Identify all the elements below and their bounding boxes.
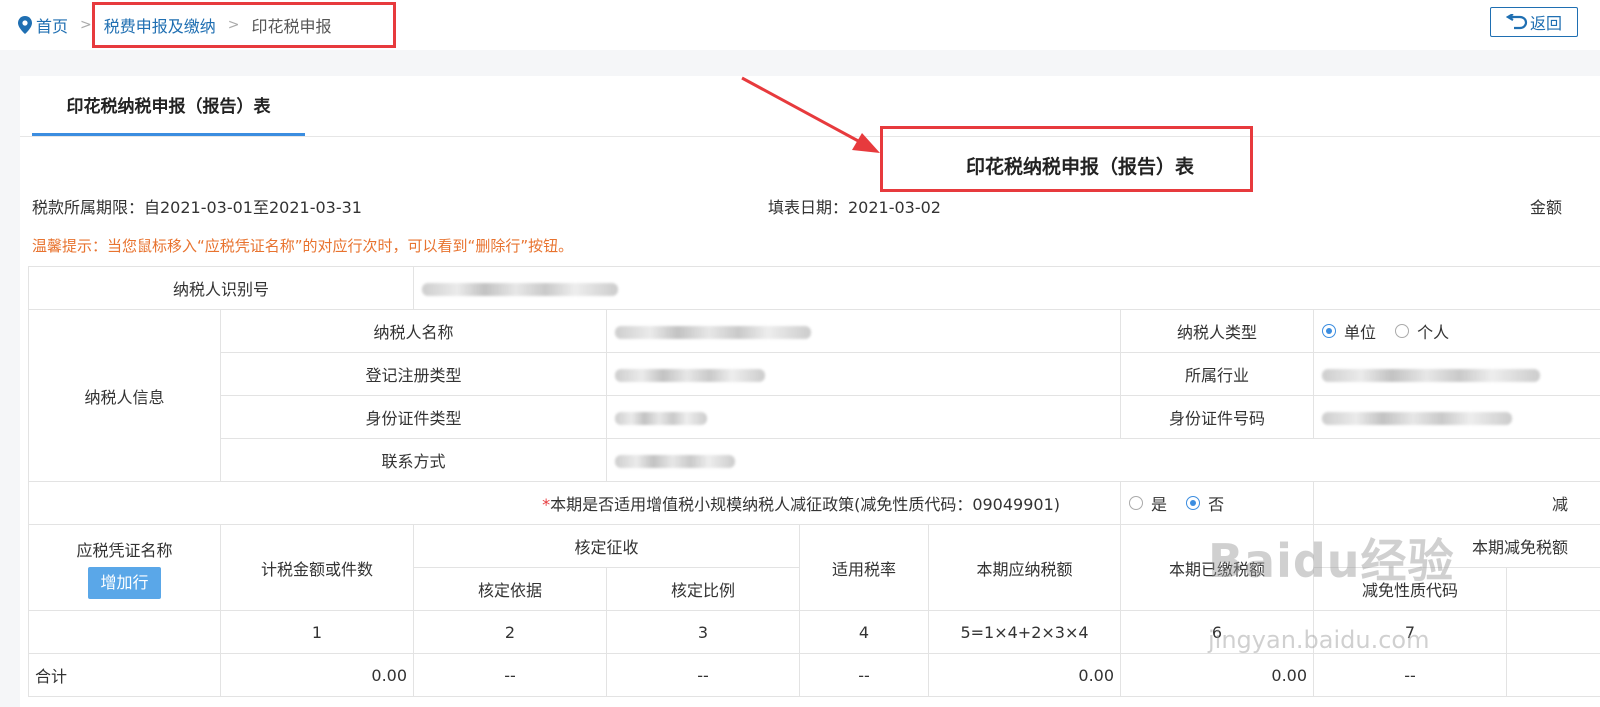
taxpayer-type-radio-group: 单位 个人 (1313, 309, 1600, 353)
id-no-label: 身份证件号码 (1120, 395, 1315, 439)
radio-no[interactable] (1186, 496, 1201, 510)
back-button[interactable]: 返回 (1490, 7, 1578, 37)
tab-stamp-duty-form[interactable]: 印花税纳税申报（报告）表 (32, 76, 305, 136)
annotation-box-breadcrumb (92, 2, 396, 48)
policy-radio-group: 是 否 (1120, 481, 1315, 525)
col-doc-name: 应税凭证名称 增加行 (28, 524, 221, 611)
table-row: *本期是否适用增值税小规模纳税人减征政策(减免性质代码：09049901) 是 … (27, 481, 1600, 525)
required-mark: * (542, 495, 551, 514)
col-payable-header: 本期应纳税额 (928, 524, 1122, 611)
total-reduce-amount (1506, 653, 1600, 697)
reg-type-label: 登记注册类型 (219, 352, 608, 396)
contact-value (606, 438, 1600, 482)
table-row: 登记注册类型 所属行业 (29, 352, 1600, 396)
amount-unit: 金额 (1530, 198, 1563, 217)
table-row: 纳税人识别号 (27, 266, 1600, 310)
col-doc-name-label: 应税凭证名称 (76, 540, 173, 560)
policy-right-label: 减 (1313, 481, 1600, 525)
total-amount: 0.00 (219, 653, 415, 697)
total-payable: 0.00 (928, 653, 1122, 697)
radio-yes[interactable] (1129, 496, 1144, 510)
radio-unit[interactable] (1322, 324, 1337, 338)
policy-label: 本期是否适用增值税小规模纳税人减征政策(减免性质代码：09049901) (550, 495, 1061, 514)
location-pin-icon (18, 16, 32, 34)
breadcrumb-separator: > (80, 17, 92, 33)
radio-no-label: 否 (1208, 495, 1225, 514)
index-cell: 2 (413, 610, 608, 654)
index-cell: 4 (799, 610, 930, 654)
total-basis: -- (413, 653, 608, 697)
table-row: 身份证件类型 身份证件号码 (29, 395, 1600, 439)
col-assess-header: 核定征收 (413, 524, 801, 568)
radio-unit-label: 单位 (1344, 323, 1377, 342)
total-ratio: -- (606, 653, 801, 697)
col-reduce-code-header: 减免性质代码 (1313, 567, 1508, 611)
id-type-label: 身份证件类型 (219, 395, 608, 439)
total-label: 合计 (28, 653, 221, 697)
index-cell (28, 610, 221, 654)
taxpayer-name-value (606, 309, 1122, 353)
col-basis-header: 核定依据 (413, 567, 608, 611)
tax-period: 税款所属期限：自2021-03-01至2021-03-31 (32, 198, 362, 217)
index-cell (1506, 610, 1600, 654)
col-ratio-header: 核定比例 (606, 567, 801, 611)
policy-question: *本期是否适用增值税小规模纳税人减征政策(减免性质代码：09049901) (27, 481, 1122, 525)
back-button-label: 返回 (1529, 14, 1562, 33)
index-cell: 3 (606, 610, 801, 654)
total-rate: -- (799, 653, 930, 697)
col-amount-header: 计税金额或件数 (219, 524, 415, 611)
id-no-value (1313, 395, 1600, 439)
return-arrow-icon (1505, 14, 1528, 30)
contact-label: 联系方式 (219, 438, 608, 482)
index-cell: 1 (219, 610, 415, 654)
taxpayer-id-value (413, 266, 1600, 310)
annotation-box-form-title (880, 126, 1253, 192)
total-row: 合计 0.00 -- -- -- 0.00 0.00 -- (28, 653, 1600, 697)
declaration-table: 纳税人识别号 纳税人信息 纳税人名称 纳税人类型 单位 个人 登记注册类型 所属… (27, 266, 1600, 697)
taxpayer-info-label: 纳税人信息 (28, 309, 221, 482)
radio-individual-label: 个人 (1417, 323, 1450, 342)
fill-date: 填表日期：2021-03-02 (768, 198, 941, 217)
radio-yes-label: 是 (1151, 495, 1168, 514)
table-row: 联系方式 (29, 438, 1600, 482)
col-reduce-header: 本期减免税额 (1313, 524, 1600, 568)
table-row: 1 2 3 4 5=1×4+2×3×4 6 7 (28, 610, 1600, 654)
warning-tip: 温馨提示：当您鼠标移入“应税凭证名称”的对应行次时，可以看到“删除行”按钮。 (32, 237, 574, 255)
col-paid-header: 本期已缴税额 (1120, 524, 1315, 611)
index-cell: 6 (1120, 610, 1315, 654)
total-reduce-code: -- (1313, 653, 1508, 697)
table-row: 应税凭证名称 增加行 计税金额或件数 核定征收 适用税率 本期应纳税额 本期已缴… (28, 524, 1600, 611)
reg-type-value (606, 352, 1122, 396)
index-cell: 5=1×4+2×3×4 (928, 610, 1122, 654)
taxpayer-name-label: 纳税人名称 (219, 309, 608, 353)
radio-individual[interactable] (1395, 324, 1410, 338)
id-type-value (606, 395, 1122, 439)
main-panel: 印花税纳税申报（报告）表 印花税纳税申报（报告）表 税款所属期限：自2021-0… (20, 76, 1600, 707)
add-row-button[interactable]: 增加行 (88, 566, 161, 599)
col-reduce-amount-header (1506, 567, 1600, 611)
total-paid: 0.00 (1120, 653, 1315, 697)
col-rate-header: 适用税率 (799, 524, 930, 611)
index-cell: 7 (1313, 610, 1508, 654)
industry-label: 所属行业 (1120, 352, 1315, 396)
industry-value (1313, 352, 1600, 396)
table-row: 纳税人信息 纳税人名称 纳税人类型 单位 个人 (28, 309, 1600, 482)
taxpayer-id-label: 纳税人识别号 (27, 266, 415, 310)
breadcrumb-home-link[interactable]: 首页 (36, 13, 68, 37)
tab-bar: 印花税纳税申报（报告）表 (20, 76, 1600, 137)
taxpayer-type-label: 纳税人类型 (1120, 309, 1315, 353)
